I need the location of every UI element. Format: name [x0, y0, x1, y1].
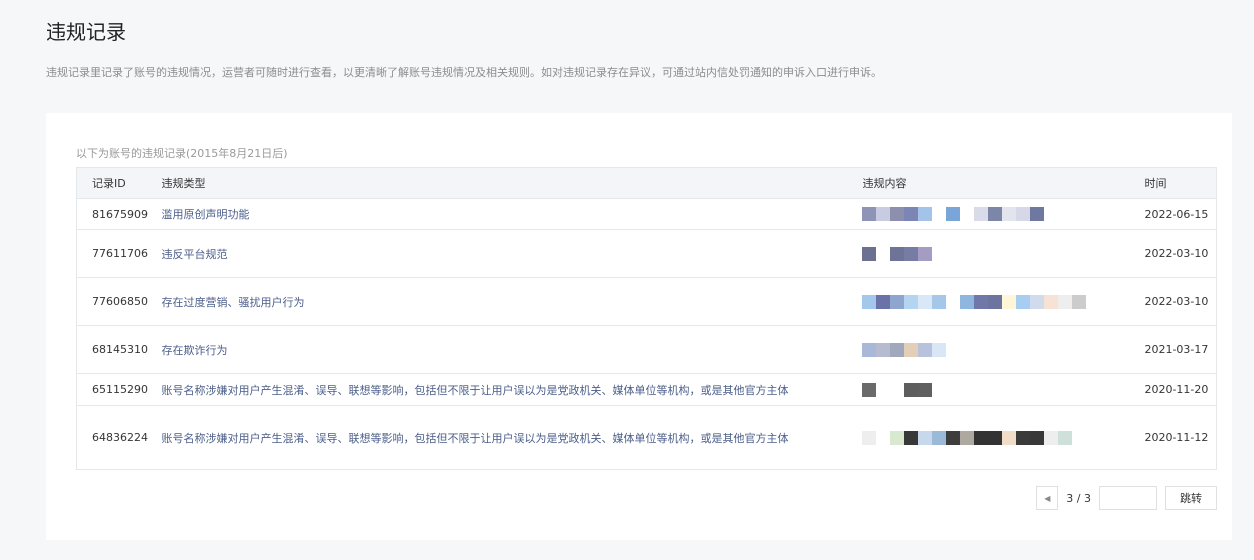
table-row: 65115290 账号名称涉嫌对用户产生混淆、误导、联想等影响，包括但不限于让用… [76, 373, 1217, 406]
record-id: 68145310 [76, 325, 162, 374]
page-title: 违规记录 [46, 20, 126, 44]
records-subtitle: 以下为账号的违规记录(2015年8月21日后) [76, 147, 288, 160]
record-id: 77611706 [76, 229, 162, 278]
violation-type: 账号名称涉嫌对用户产生混淆、误导、联想等影响，包括但不限于让用户误以为是党政机关… [161, 373, 863, 406]
caret-left-icon: ◀ [1044, 493, 1051, 503]
violation-type: 账号名称涉嫌对用户产生混淆、误导、联想等影响，包括但不限于让用户误以为是党政机关… [161, 405, 863, 470]
violation-type: 存在欺诈行为 [161, 325, 863, 374]
violation-content-redacted [862, 405, 1145, 470]
table-row: 77606850 存在过度营销、骚扰用户行为 2022-03-10 [76, 277, 1217, 326]
violation-content-redacted [862, 198, 1145, 230]
violation-type: 违反平台规范 [161, 229, 863, 278]
col-type: 违规类型 [161, 167, 863, 199]
record-id: 65115290 [76, 373, 162, 406]
jump-button[interactable]: 跳转 [1165, 486, 1217, 510]
record-time: 2022-06-15 [1144, 198, 1217, 230]
violation-type: 滥用原创声明功能 [161, 198, 863, 230]
pagination: ◀ 3 / 3 跳转 [1036, 486, 1217, 510]
violation-content-redacted [862, 373, 1145, 406]
page-info: 3 / 3 [1066, 491, 1091, 505]
prev-page-button[interactable]: ◀ [1036, 486, 1059, 510]
violation-content-redacted [862, 277, 1145, 326]
record-time: 2020-11-12 [1144, 405, 1217, 470]
violation-content-redacted [862, 325, 1145, 374]
record-time: 2022-03-10 [1144, 229, 1217, 278]
record-id: 81675909 [76, 198, 162, 230]
col-time: 时间 [1144, 167, 1217, 199]
record-time: 2022-03-10 [1144, 277, 1217, 326]
table-row: 77611706 违反平台规范 2022-03-10 [76, 229, 1217, 278]
records-table: 记录ID 违规类型 违规内容 时间 81675909 滥用原创声明功能 2022… [76, 167, 1217, 470]
col-id: 记录ID [76, 167, 162, 199]
violation-content-redacted [862, 229, 1145, 278]
table-row: 81675909 滥用原创声明功能 2022-06-15 [76, 198, 1217, 230]
table-row: 64836224 账号名称涉嫌对用户产生混淆、误导、联想等影响，包括但不限于让用… [76, 405, 1217, 470]
record-time: 2021-03-17 [1144, 325, 1217, 374]
violation-type: 存在过度营销、骚扰用户行为 [161, 277, 863, 326]
record-id: 64836224 [76, 405, 162, 470]
col-content: 违规内容 [862, 167, 1145, 199]
table-row: 68145310 存在欺诈行为 2021-03-17 [76, 325, 1217, 374]
record-id: 77606850 [76, 277, 162, 326]
page-description: 违规记录里记录了账号的违规情况，运营者可随时进行查看，以更清晰了解账号违规情况及… [46, 66, 882, 79]
records-card: 以下为账号的违规记录(2015年8月21日后) 记录ID 违规类型 违规内容 时… [46, 113, 1232, 540]
page-jump-input[interactable] [1099, 486, 1157, 510]
record-time: 2020-11-20 [1144, 373, 1217, 406]
